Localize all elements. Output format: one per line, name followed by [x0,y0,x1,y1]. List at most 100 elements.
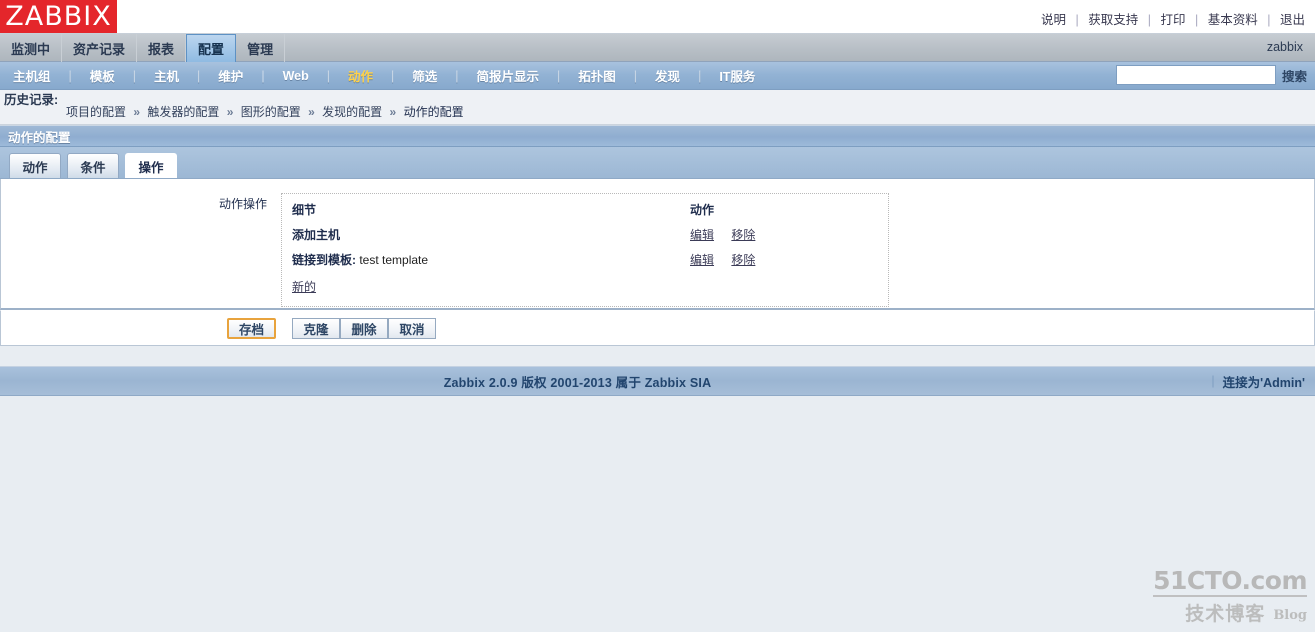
subnav-discovery[interactable]: 发现 [646,66,689,85]
new-operation-link[interactable]: 新的 [292,278,316,295]
breadcrumb-item-actions[interactable]: 动作的配置 [404,105,464,119]
watermark-bottom-line: 技术博客 Blog [1153,599,1307,626]
watermark-site: 51CTO.com [1153,566,1307,595]
main-navigation: 监测中 资产记录 报表 配置 管理 zabbix [0,34,1315,62]
subnav-actions[interactable]: 动作 [339,66,382,85]
top-bar: ZABBIX 说明 | 获取支持 | 打印 | 基本资料 | 退出 [0,0,1315,34]
subnav-divider: | [261,68,265,83]
operation-actions-cell: 编辑 移除 [690,248,880,273]
main-nav-configuration[interactable]: 配置 [186,34,237,62]
operations-table: 细节 动作 添加主机 编辑 移除 链接到模板: test template 编辑… [292,200,880,300]
top-link-get-support[interactable]: 获取支持 [1086,13,1140,27]
breadcrumb: 项目的配置 » 触发器的配置 » 图形的配置 » 发现的配置 » 动作的配置 [60,93,464,120]
subnav-divider: | [68,68,72,83]
delete-button[interactable]: 删除 [340,317,389,339]
watermark-rule [1153,595,1307,597]
top-link-print[interactable]: 打印 [1159,13,1188,27]
subnav-divider: | [698,68,702,83]
top-link-profile[interactable]: 基本资料 [1206,13,1260,27]
operations-header-row: 细节 动作 [292,200,880,223]
zabbix-logo[interactable]: ZABBIX [0,0,117,33]
search-input[interactable] [1115,65,1276,85]
subnav-slideshows[interactable]: 简报片显示 [468,66,549,85]
top-link-logout[interactable]: 退出 [1278,13,1307,27]
sub-navigation: 主机组 | 模板 | 主机 | 维护 | Web | 动作 | 筛选 | 简报片… [0,62,1315,90]
watermark: 51CTO.com 技术博客 Blog [1153,568,1307,626]
subnav-maps[interactable]: 拓扑图 [569,66,625,85]
subnav-divider: | [455,68,459,83]
subnav-host-groups[interactable]: 主机组 [4,66,60,85]
breadcrumb-arrow-icon: » [308,105,315,119]
page-title-bar: 动作的配置 [0,125,1315,147]
clone-button[interactable]: 克隆 [292,317,341,339]
subnav-web[interactable]: Web [274,69,318,83]
main-nav-administration[interactable]: 管理 [236,34,286,62]
top-link-separator: | [1147,13,1152,27]
subnav-maintenance[interactable]: 维护 [209,66,252,85]
page-footer: Zabbix 2.0.9 版权 2001-2013 属于 Zabbix SIA … [0,366,1315,396]
operations-form-row: 动作操作 细节 动作 添加主机 编辑 移除 链接到模板: test templa… [1,179,1314,307]
table-row: 链接到模板: test template 编辑 移除 [292,248,880,273]
main-nav-tabs: 监测中 资产记录 报表 配置 管理 [0,34,1315,62]
column-header-action: 动作 [690,203,715,217]
main-nav-inventory[interactable]: 资产记录 [62,34,138,62]
breadcrumb-arrow-icon: » [226,105,234,119]
sub-nav-items: 主机组 | 模板 | 主机 | 维护 | Web | 动作 | 筛选 | 简报片… [0,66,764,85]
operation-detail-value: test template [359,253,429,267]
main-nav-reports[interactable]: 报表 [137,34,187,62]
tab-operations[interactable]: 操作 [125,153,177,178]
subnav-divider: | [391,68,395,83]
footer-connected-as: 连接为'Admin' [1222,375,1305,390]
operation-detail-cell: 链接到模板: test template [292,248,690,273]
subnav-divider: | [633,68,638,83]
history-label: 历史记录: [4,93,59,107]
subnav-it-services[interactable]: IT服务 [710,66,764,85]
breadcrumb-item-graphs[interactable]: 图形的配置 [241,105,301,119]
footer-separator: | [1211,374,1215,388]
operation-actions-cell: 编辑 移除 [690,223,880,248]
tab-conditions[interactable]: 条件 [67,153,119,178]
breadcrumb-item-items[interactable]: 项目的配置 [66,105,126,119]
watermark-subtitle: 技术博客 [1185,604,1266,625]
footer-connection-info: | 连接为'Admin' [1211,372,1305,391]
subnav-screens-filter[interactable]: 筛选 [403,66,446,85]
top-link-separator: | [1195,13,1199,27]
tab-action[interactable]: 动作 [9,153,61,178]
operation-detail-title: 添加主机 [292,228,341,242]
page-root: ZABBIX 说明 | 获取支持 | 打印 | 基本资料 | 退出 监测中 资产… [0,0,1315,632]
cancel-button[interactable]: 取消 [388,317,437,339]
subnav-divider: | [197,68,201,83]
edit-operation-link[interactable]: 编辑 [690,228,714,242]
breadcrumb-item-triggers[interactable]: 触发器的配置 [147,105,219,119]
save-button[interactable]: 存档 [227,317,277,339]
search-button[interactable]: 搜索 [1282,65,1307,85]
operation-detail-cell: 添加主机 [292,223,690,248]
new-operation-cell: 新的 [292,273,880,300]
subnav-divider: | [557,68,561,83]
history-bar: 历史记录: 项目的配置 » 触发器的配置 » 图形的配置 » 发现的配置 » 动… [0,90,1315,125]
page-title: 动作的配置 [8,130,71,145]
main-nav-monitoring[interactable]: 监测中 [0,34,63,62]
form-button-bar: 存档 克隆 删除 取消 [0,310,1315,346]
breadcrumb-item-discovery[interactable]: 发现的配置 [322,105,382,119]
remove-operation-link[interactable]: 移除 [731,253,755,267]
operations-table-body: 添加主机 编辑 移除 链接到模板: test template 编辑 移除 新的 [292,223,880,300]
operations-panel: 动作操作 细节 动作 添加主机 编辑 移除 链接到模板: test templa… [0,179,1315,310]
breadcrumb-arrow-icon: » [133,105,141,119]
remove-operation-link[interactable]: 移除 [731,228,755,242]
top-utility-links: 说明 | 获取支持 | 打印 | 基本资料 | 退出 [1039,9,1307,28]
top-link-help[interactable]: 说明 [1039,13,1068,27]
edit-operation-link[interactable]: 编辑 [690,253,714,267]
subnav-hosts[interactable]: 主机 [145,66,188,85]
breadcrumb-arrow-icon: » [389,105,397,119]
operations-box: 细节 动作 添加主机 编辑 移除 链接到模板: test template 编辑… [281,193,889,307]
new-operation-row: 新的 [292,273,880,300]
column-header-details: 细节 [292,203,317,217]
operations-table-head: 细节 动作 [292,200,880,223]
subnav-templates[interactable]: 模板 [81,66,124,85]
operation-detail-title: 链接到模板: [292,253,356,267]
current-user-label: zabbix [1266,40,1303,54]
search-area: 搜索 [1115,65,1307,85]
subnav-divider: | [326,68,330,83]
top-link-separator: | [1075,13,1079,27]
